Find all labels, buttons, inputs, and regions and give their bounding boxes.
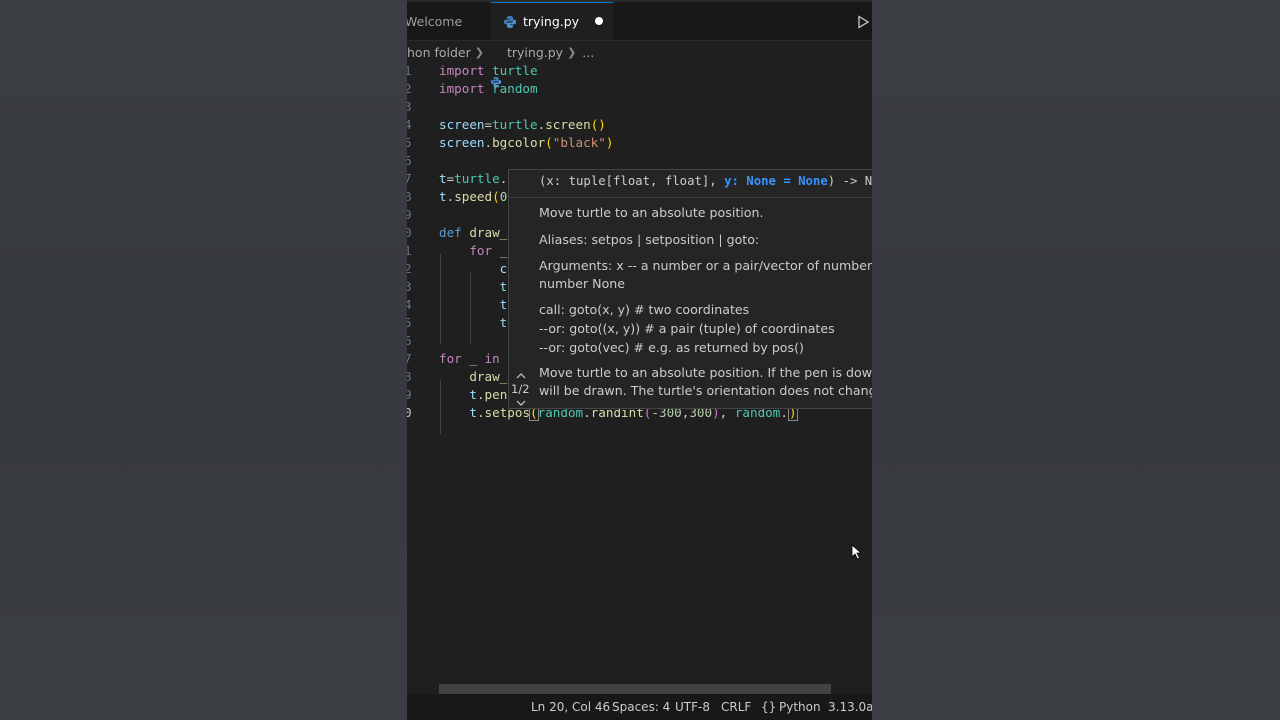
line-number: 6: [407, 333, 412, 348]
tab-welcome-label: Welcome: [407, 13, 463, 29]
run-icon[interactable]: [856, 15, 870, 29]
status-interpreter[interactable]: 3.13.0a4: [828, 700, 872, 714]
code-text: t: [499, 297, 508, 312]
breadcrumb-folder[interactable]: hon folder: [407, 45, 471, 60]
line-number: 9: [407, 387, 412, 402]
chevron-down-icon[interactable]: [514, 398, 528, 408]
line-number: 0: [407, 225, 412, 240]
chevron-right-icon: ❯: [474, 45, 484, 59]
code-text: t=turtle.: [439, 171, 508, 186]
divider: [509, 197, 872, 198]
line-number: 8: [407, 369, 412, 384]
python-file-icon: [490, 46, 502, 88]
code-text: draw_: [469, 369, 508, 384]
code-line: 6: [407, 152, 872, 170]
line-number: 9: [407, 207, 412, 222]
code-text: screen=turtle.screen(): [439, 117, 606, 132]
braces-icon: {}: [761, 700, 777, 714]
mouse-pointer-icon: [851, 544, 863, 560]
code-line: 2 import random: [407, 80, 872, 98]
code-line: 4 screen=turtle.screen(): [407, 116, 872, 134]
status-language[interactable]: Python: [779, 700, 821, 714]
breadcrumb: hon folder ❯ trying.py ❯ ...: [407, 42, 872, 88]
tab-bar: Welcome trying.py: [407, 2, 872, 41]
doc-line: Move turtle to an absolute position.: [539, 205, 764, 220]
code-text: c: [499, 261, 508, 276]
doc-line: call: goto(x, y) # two coordinates: [539, 302, 750, 317]
line-number: 3: [407, 279, 412, 294]
line-number: 3: [407, 99, 412, 114]
code-text: import random: [439, 81, 538, 96]
chevron-up-icon[interactable]: [514, 371, 528, 381]
code-line: 1 import turtle: [407, 62, 872, 80]
tab-welcome[interactable]: Welcome: [407, 2, 489, 40]
line-number: 6: [407, 153, 412, 168]
tab-trying-py[interactable]: trying.py: [491, 2, 613, 40]
status-indentation[interactable]: Spaces: 4: [612, 700, 670, 714]
breadcrumb-more[interactable]: ...: [582, 45, 594, 60]
signature-help-popup: (x: tuple[float, float], y: None = None)…: [508, 169, 872, 560]
breadcrumb-file[interactable]: trying.py: [507, 45, 563, 60]
code-text: import turtle: [439, 63, 538, 78]
code-text: t: [499, 315, 508, 330]
line-number: 4: [407, 117, 412, 132]
line-number: 2: [407, 81, 412, 96]
code-text: t: [499, 279, 508, 294]
code-editor-window: Welcome trying.py hon folder ❯ trying.py…: [407, 0, 872, 720]
doc-line: will be drawn. The turtle's orientation …: [539, 383, 872, 398]
line-number: 1: [407, 243, 412, 258]
line-number: 7: [407, 351, 412, 366]
line-number: 2: [407, 261, 412, 276]
unsaved-dot-icon[interactable]: [595, 17, 603, 25]
line-number: 5: [407, 135, 412, 150]
code-line: 3: [407, 98, 872, 116]
overload-counter: 1/2: [511, 382, 530, 396]
signature-text: (x: tuple[float, float], y: None = None)…: [539, 174, 872, 188]
status-encoding[interactable]: UTF-8: [675, 700, 710, 714]
status-bar: Ln 20, Col 46 Spaces: 4 UTF-8 CRLF {} Py…: [407, 694, 872, 720]
code-text: def draw_: [439, 225, 508, 240]
doc-line: Aliases: setpos | setposition | goto:: [539, 232, 760, 247]
python-file-icon: [503, 15, 517, 29]
line-number: 4: [407, 297, 412, 312]
line-number: 1: [407, 63, 412, 78]
code-text: screen.bgcolor("black"): [439, 135, 614, 150]
code-text: t.pen: [469, 387, 508, 402]
line-number: 0: [407, 405, 412, 420]
doc-line: --or: goto(vec) # e.g. as returned by po…: [539, 340, 804, 355]
video-background-right: [872, 0, 1280, 720]
video-background-left: [0, 0, 407, 720]
code-line: 5 screen.bgcolor("black"): [407, 134, 872, 152]
doc-line: Move turtle to an absolute position. If …: [539, 365, 872, 380]
status-cursor-position[interactable]: Ln 20, Col 46: [531, 700, 610, 714]
doc-line: --or: goto((x, y)) # a pair (tuple) of c…: [539, 321, 835, 336]
code-text: for _ in: [439, 351, 500, 366]
doc-line: number None: [539, 276, 626, 291]
line-number: 5: [407, 315, 412, 330]
line-number: 7: [407, 171, 412, 186]
tab-trying-label: trying.py: [523, 14, 580, 29]
chevron-right-icon: ❯: [567, 45, 577, 59]
doc-line: Arguments: x -- a number or a pair/vecto…: [539, 258, 872, 273]
code-text: t.speed(0: [439, 189, 508, 204]
horizontal-scrollbar[interactable]: [439, 684, 831, 694]
code-text: for _: [469, 243, 508, 258]
line-number: 8: [407, 189, 412, 204]
status-eol[interactable]: CRLF: [721, 700, 751, 714]
